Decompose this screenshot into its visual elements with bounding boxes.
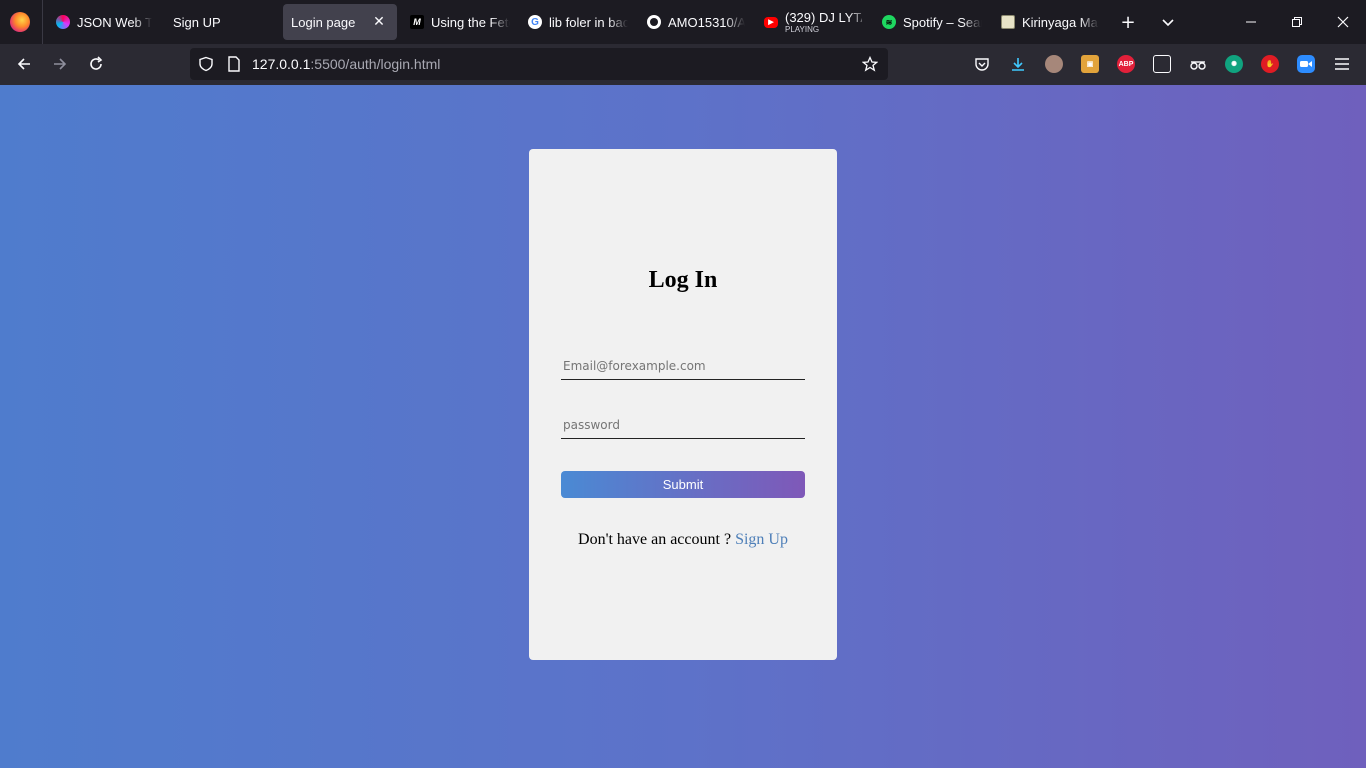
new-tab-icon[interactable]: + bbox=[1116, 10, 1140, 34]
reader-icon[interactable] bbox=[1153, 55, 1171, 73]
google-icon: G bbox=[528, 15, 542, 29]
back-arrow-icon[interactable] bbox=[10, 50, 38, 78]
avatar-icon[interactable] bbox=[1045, 55, 1063, 73]
close-window-icon[interactable] bbox=[1320, 0, 1366, 44]
tab-title: Kirinyaga Mas bbox=[1022, 14, 1099, 30]
adblock-plus-icon[interactable]: ABP bbox=[1117, 55, 1135, 73]
tab-github[interactable]: AMO15310/AU bbox=[647, 4, 745, 40]
site-icon bbox=[1001, 15, 1015, 29]
tab-spotify[interactable]: ≋ Spotify – Searc bbox=[882, 4, 982, 40]
tab-login-page[interactable]: Login page ✕ bbox=[283, 4, 397, 40]
download-icon[interactable] bbox=[1009, 55, 1027, 73]
close-tab-icon[interactable]: ✕ bbox=[371, 13, 387, 29]
mdn-icon: M bbox=[410, 15, 424, 29]
submit-button[interactable]: Submit bbox=[561, 471, 805, 498]
star-bookmark-icon[interactable] bbox=[862, 56, 878, 72]
spy-icon[interactable] bbox=[1189, 55, 1207, 73]
list-all-tabs-icon[interactable] bbox=[1156, 10, 1180, 34]
jwt-icon bbox=[56, 15, 70, 29]
sign-up-link[interactable]: Sign Up bbox=[735, 531, 788, 548]
signup-prompt-line: Don't have an account ? Sign Up bbox=[529, 531, 837, 549]
tab-kirinyaga[interactable]: Kirinyaga Mas bbox=[1001, 4, 1099, 40]
stop-hand-icon[interactable]: ✋ bbox=[1261, 55, 1279, 73]
url-host: 127.0.0.1 bbox=[252, 56, 311, 72]
restore-icon[interactable] bbox=[1274, 0, 1320, 44]
firefox-logo-icon[interactable] bbox=[10, 12, 30, 32]
tab-title: AMO15310/AU bbox=[668, 14, 745, 30]
tab-title: (329) DJ LYTA bbox=[785, 10, 862, 25]
zoom-icon[interactable] bbox=[1297, 55, 1315, 73]
tab-youtube[interactable]: ▶ (329) DJ LYTA PLAYING bbox=[764, 4, 862, 40]
spotify-icon: ≋ bbox=[882, 15, 896, 29]
login-card: Log In Submit Don't have an account ? Si… bbox=[529, 149, 837, 660]
youtube-icon: ▶ bbox=[764, 16, 778, 28]
tab-title: Sign UP bbox=[173, 14, 221, 30]
tab-title: Using the Fetc bbox=[431, 14, 510, 30]
shield-icon[interactable] bbox=[198, 56, 214, 72]
tab-lib-folder[interactable]: G lib foler in bac bbox=[528, 4, 628, 40]
tab-title: JSON Web Tok bbox=[77, 14, 152, 30]
image-ext-icon[interactable]: ▣ bbox=[1081, 55, 1099, 73]
forward-arrow-icon[interactable] bbox=[46, 50, 74, 78]
hamburger-menu-icon[interactable] bbox=[1333, 55, 1351, 73]
chatgpt-icon[interactable]: ✺ bbox=[1225, 55, 1243, 73]
tab-title: Login page bbox=[291, 14, 356, 30]
password-input[interactable] bbox=[561, 411, 805, 439]
page-icon[interactable] bbox=[226, 56, 242, 72]
tab-sign-up[interactable]: Sign UP bbox=[173, 4, 269, 40]
signup-prompt-text: Don't have an account ? bbox=[578, 531, 732, 548]
address-bar[interactable]: 127.0.0.1:5500/auth/login.html bbox=[190, 48, 888, 80]
tab-title: lib foler in bac bbox=[549, 14, 628, 30]
tab-json-web-token[interactable]: JSON Web Tok bbox=[56, 4, 152, 40]
pocket-icon[interactable] bbox=[973, 55, 991, 73]
github-icon bbox=[647, 15, 661, 29]
page-viewport: Log In Submit Don't have an account ? Si… bbox=[0, 85, 1366, 768]
url-path: :5500/auth/login.html bbox=[310, 56, 441, 72]
url-text[interactable]: 127.0.0.1:5500/auth/login.html bbox=[252, 56, 440, 72]
reload-icon[interactable] bbox=[82, 50, 110, 78]
tab-strip-divider bbox=[42, 0, 43, 44]
minimize-icon[interactable] bbox=[1228, 0, 1274, 44]
tab-title: Spotify – Searc bbox=[903, 14, 982, 30]
email-input[interactable] bbox=[561, 352, 805, 380]
navigation-toolbar: 127.0.0.1:5500/auth/login.html ▣ ABP ✺ ✋ bbox=[0, 44, 1366, 85]
page-title: Log In bbox=[648, 267, 718, 293]
tab-playing-label: PLAYING bbox=[785, 24, 820, 34]
tab-using-fetch[interactable]: M Using the Fetc bbox=[410, 4, 510, 40]
tab-strip: JSON Web Tok Sign UP Login page ✕ M Usin… bbox=[0, 0, 1366, 44]
